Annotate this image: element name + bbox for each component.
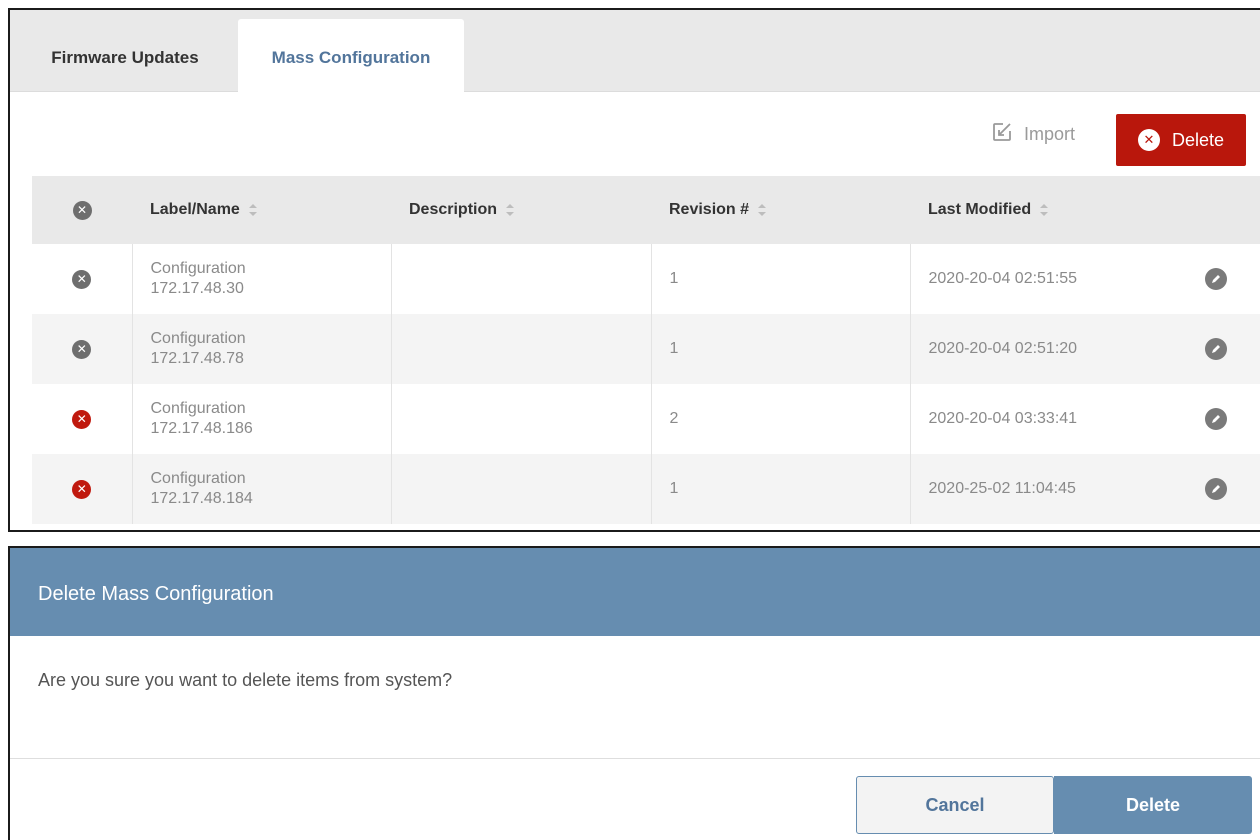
last-modified-cell: 2020-20-04 02:51:20 bbox=[909, 314, 1170, 384]
edit-icon[interactable] bbox=[1205, 408, 1227, 430]
mass-configuration-panel: Firmware Updates Mass Configuration Impo… bbox=[8, 8, 1260, 532]
sort-icon[interactable] bbox=[505, 203, 515, 217]
edit-icon[interactable] bbox=[1205, 268, 1227, 290]
tab-mass-configuration[interactable]: Mass Configuration bbox=[238, 19, 464, 93]
delete-button[interactable]: ✕ Delete bbox=[1116, 114, 1246, 166]
delete-dialog: Delete Mass Configuration Are you sure y… bbox=[8, 546, 1260, 840]
table-row[interactable]: ✕ Configuration 172.17.48.184 1 2020-25-0… bbox=[32, 454, 1260, 524]
label-name-cell: Configuration 172.17.48.186 bbox=[131, 384, 391, 454]
revision-cell: 1 bbox=[650, 244, 910, 314]
import-label: Import bbox=[1024, 123, 1076, 144]
table-row[interactable]: ✕ Configuration 172.17.48.186 2 2020-20-0… bbox=[32, 384, 1260, 454]
last-modified-cell: 2020-20-04 02:51:55 bbox=[909, 244, 1170, 314]
dialog-title: Delete Mass Configuration bbox=[10, 548, 1260, 636]
label-name-cell: Configuration 172.17.48.184 bbox=[131, 454, 391, 524]
tab-bar: Firmware Updates Mass Configuration bbox=[10, 10, 1260, 93]
configuration-table: ✕ Label/Name Description Revision # Last… bbox=[32, 176, 1260, 524]
select-all-header[interactable]: ✕ bbox=[32, 176, 132, 244]
description-cell bbox=[390, 314, 651, 384]
last-modified-cell: 2020-20-04 03:33:41 bbox=[909, 384, 1170, 454]
table-row[interactable]: ✕ Configuration 172.17.48.78 1 2020-20-04… bbox=[32, 314, 1260, 384]
edit-icon[interactable] bbox=[1205, 478, 1227, 500]
cancel-button[interactable]: Cancel bbox=[856, 776, 1054, 834]
label-name-cell: Configuration 172.17.48.78 bbox=[131, 314, 391, 384]
tab-firmware-updates[interactable]: Firmware Updates bbox=[30, 19, 220, 92]
import-button[interactable]: Import bbox=[990, 116, 1075, 152]
confirm-delete-button[interactable]: Delete bbox=[1054, 776, 1252, 834]
description-cell bbox=[390, 384, 651, 454]
toolbar: Import ✕ Delete bbox=[10, 92, 1260, 176]
revision-cell: 1 bbox=[650, 454, 910, 524]
column-header-actions bbox=[1170, 176, 1260, 244]
revision-cell: 2 bbox=[650, 384, 910, 454]
close-circle-icon[interactable]: ✕ bbox=[72, 409, 92, 429]
column-header-label-name[interactable]: Label/Name bbox=[132, 176, 391, 244]
column-header-last-modified[interactable]: Last Modified bbox=[910, 176, 1170, 244]
table-header-row: ✕ Label/Name Description Revision # Last… bbox=[32, 176, 1260, 244]
table-row[interactable]: ✕ Configuration 172.17.48.30 1 2020-20-04… bbox=[32, 244, 1260, 314]
sort-icon[interactable] bbox=[757, 203, 767, 217]
close-circle-icon[interactable]: ✕ bbox=[72, 269, 92, 289]
description-cell bbox=[390, 244, 651, 314]
column-header-description[interactable]: Description bbox=[391, 176, 651, 244]
dialog-message: Are you sure you want to delete items fr… bbox=[38, 670, 453, 690]
last-modified-cell: 2020-25-02 11:04:45 bbox=[909, 454, 1170, 524]
close-circle-icon: ✕ bbox=[1137, 129, 1160, 151]
close-circle-icon[interactable]: ✕ bbox=[72, 339, 92, 359]
close-circle-icon[interactable]: ✕ bbox=[72, 200, 92, 220]
label-name-cell: Configuration 172.17.48.30 bbox=[131, 244, 391, 314]
import-icon bbox=[990, 120, 1014, 149]
close-circle-icon[interactable]: ✕ bbox=[72, 479, 92, 499]
column-header-revision[interactable]: Revision # bbox=[651, 176, 910, 244]
dialog-divider bbox=[10, 758, 1260, 759]
revision-cell: 1 bbox=[650, 314, 910, 384]
edit-icon[interactable] bbox=[1205, 338, 1227, 360]
sort-icon[interactable] bbox=[1039, 203, 1049, 217]
sort-icon[interactable] bbox=[248, 203, 258, 217]
description-cell bbox=[390, 454, 651, 524]
delete-label: Delete bbox=[1171, 129, 1225, 150]
